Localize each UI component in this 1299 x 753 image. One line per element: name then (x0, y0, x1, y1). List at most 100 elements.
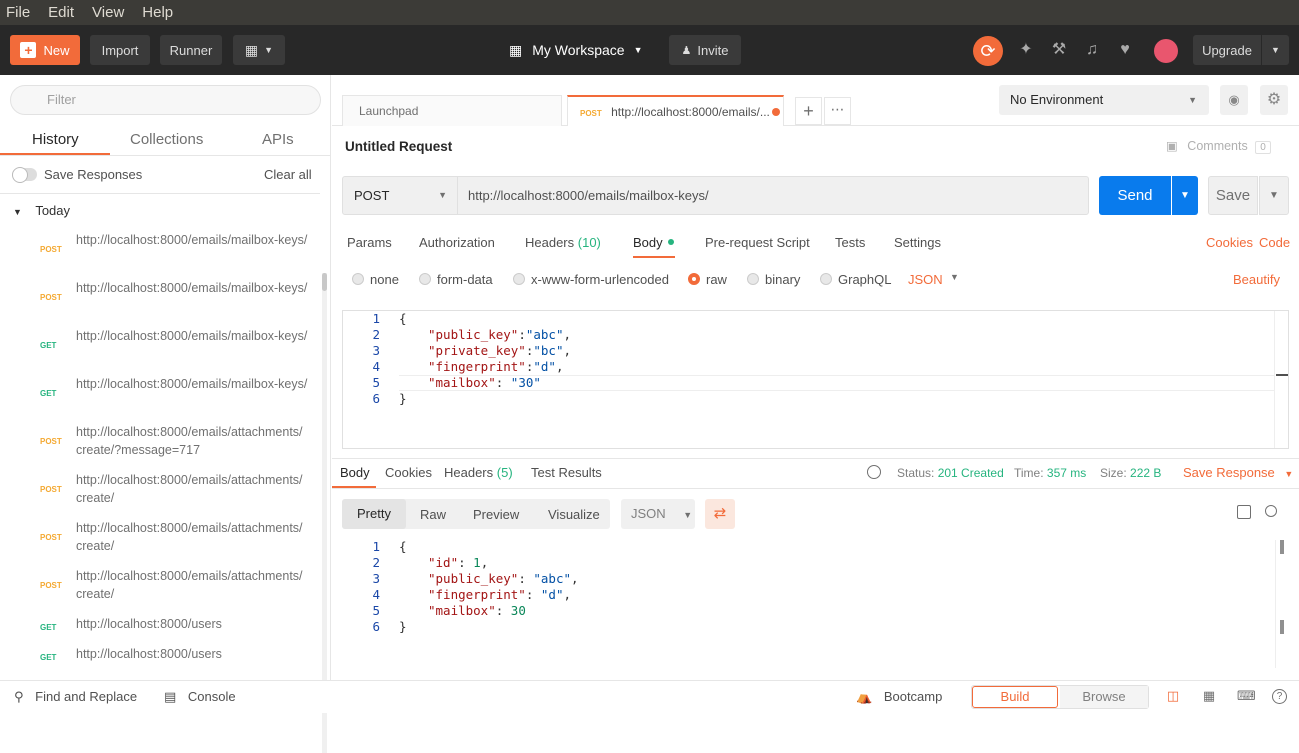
save-responses-toggle[interactable] (12, 167, 37, 183)
tab-params[interactable]: Params (347, 235, 392, 250)
tab-tests[interactable]: Tests (835, 235, 865, 250)
import-button[interactable]: Import (90, 35, 150, 65)
upgrade-menu-button[interactable]: ▼ (1262, 35, 1289, 65)
history-item-url: http://localhost:8000/users (76, 617, 222, 631)
tab-history[interactable]: History (32, 131, 79, 148)
beautify-button[interactable]: Beautify (1233, 272, 1280, 287)
view-preview[interactable]: Preview (473, 507, 519, 522)
radio-urlencoded[interactable] (513, 273, 525, 285)
history-item[interactable]: GET http://localhost:8000/emails/mailbox-… (0, 371, 320, 419)
tab-pre-request-script[interactable]: Pre-request Script (705, 235, 810, 250)
heart-icon[interactable]: ♥ (1115, 40, 1135, 60)
tab-authorization[interactable]: Authorization (419, 235, 495, 250)
satellite-icon[interactable]: ✦ (1016, 40, 1036, 60)
keyboard-icon[interactable]: ⌨ (1237, 689, 1256, 703)
bootcamp-button[interactable]: ⛺ Bootcamp (856, 689, 942, 705)
manage-environments-button[interactable]: ⚙ (1260, 85, 1288, 115)
filter-input[interactable]: Filter (10, 85, 321, 115)
environment-quick-look-button[interactable]: ◉ (1220, 85, 1248, 115)
new-tab-button[interactable]: + (795, 97, 822, 125)
history-item[interactable]: POST http://localhost:8000/emails/attachm… (0, 515, 320, 563)
two-pane-icon[interactable]: ◫ (1165, 689, 1181, 703)
tab-settings[interactable]: Settings (894, 235, 941, 250)
view-pretty[interactable]: Pretty (342, 499, 406, 529)
request-title[interactable]: Untitled Request (345, 139, 452, 154)
help-icon[interactable]: ? (1272, 689, 1287, 704)
globe-icon[interactable] (867, 465, 881, 479)
history-item[interactable]: POST http://localhost:8000/emails/mailbox… (0, 275, 320, 323)
history-item[interactable]: POST http://localhost:8000/emails/attachm… (0, 467, 320, 515)
environment-select[interactable]: No Environment ▼ (999, 85, 1209, 115)
view-raw[interactable]: Raw (420, 507, 446, 522)
save-options-button[interactable]: ▼ (1259, 176, 1289, 215)
response-format-select[interactable]: JSON ▼ (621, 499, 695, 529)
open-new-button[interactable]: ▦ ▼ (233, 35, 285, 65)
history-item[interactable]: GET http://localhost:8000/emails/mailbox-… (0, 323, 320, 371)
tab-body[interactable]: Body (633, 235, 674, 250)
response-tab-test-results[interactable]: Test Results (531, 465, 602, 480)
chevron-down-icon[interactable]: ▼ (950, 272, 959, 282)
menu-edit[interactable]: Edit (48, 4, 74, 21)
search-icon[interactable] (1265, 505, 1277, 517)
browse-mode-button[interactable]: Browse (1060, 686, 1148, 708)
avatar[interactable] (1154, 39, 1178, 63)
tab-collections[interactable]: Collections (130, 131, 203, 148)
menu-file[interactable]: File (6, 4, 30, 21)
radio-raw[interactable] (688, 273, 700, 285)
unsaved-dot-icon[interactable] (772, 108, 780, 116)
json-key: "public_key" (428, 571, 519, 586)
bell-icon[interactable]: ♫ (1082, 40, 1102, 60)
history-item[interactable]: POST http://localhost:8000/emails/attachm… (0, 563, 320, 611)
cookies-link[interactable]: Cookies (1206, 235, 1253, 250)
build-mode-button[interactable]: Build (972, 686, 1058, 708)
response-tab-headers[interactable]: Headers (5) (444, 465, 513, 480)
raw-format-select[interactable]: JSON (908, 272, 943, 287)
radio-binary[interactable] (747, 273, 759, 285)
workspace-switcher[interactable]: ▦ My Workspace ▼ (509, 35, 642, 65)
history-item[interactable]: GET http://localhost:8000/users (0, 641, 320, 671)
scrollbar-thumb[interactable] (322, 273, 327, 291)
wrap-lines-button[interactable]: ⇄ (705, 499, 735, 529)
history-item[interactable]: GET http://localhost:8000/users (0, 611, 320, 641)
url-input[interactable]: http://localhost:8000/emails/mailbox-key… (457, 176, 1089, 215)
view-visualize[interactable]: Visualize (548, 507, 600, 522)
clear-all-button[interactable]: Clear all (264, 167, 312, 182)
editor-scrollbar[interactable] (1274, 311, 1288, 448)
response-scrollbar[interactable] (1275, 540, 1287, 668)
radio-graphql[interactable] (820, 273, 832, 285)
radio-form-data[interactable] (419, 273, 431, 285)
line-number: 4 (372, 587, 380, 602)
tab-launchpad[interactable]: Launchpad (342, 95, 562, 126)
save-response-button[interactable]: Save Response ▼ (1183, 465, 1293, 480)
runner-button[interactable]: Runner (160, 35, 222, 65)
sync-icon[interactable]: ⟳ (973, 36, 1003, 66)
chevron-down-icon: ▼ (1180, 190, 1190, 201)
method-select[interactable]: POST ▼ (342, 176, 458, 215)
new-button[interactable]: + New (10, 35, 80, 65)
send-button[interactable]: Send (1099, 176, 1171, 215)
size-value: 222 B (1130, 466, 1162, 480)
invite-button[interactable]: ♟ Invite (669, 35, 741, 65)
console-button[interactable]: ▤ Console (164, 689, 236, 705)
find-replace-button[interactable]: ⚲ Find and Replace (14, 689, 137, 705)
tab-headers[interactable]: Headers (10) (525, 235, 601, 250)
send-options-button[interactable]: ▼ (1172, 176, 1198, 215)
wrench-icon[interactable]: ⚒ (1049, 40, 1069, 60)
comments-button[interactable]: ▣ Comments 0 (1166, 138, 1271, 154)
response-tab-body[interactable]: Body (340, 465, 370, 480)
menu-help[interactable]: Help (142, 4, 173, 21)
more-tabs-button[interactable]: ⋯ (824, 97, 851, 125)
history-item[interactable]: POST http://localhost:8000/emails/attachm… (0, 419, 320, 467)
response-tab-cookies[interactable]: Cookies (385, 465, 432, 480)
layout-icon[interactable]: ▦ (1201, 689, 1217, 703)
upgrade-button[interactable]: Upgrade (1193, 35, 1261, 65)
tab-apis[interactable]: APIs (262, 131, 294, 148)
radio-none[interactable] (352, 273, 364, 285)
code-link[interactable]: Code (1259, 235, 1290, 250)
history-item[interactable]: POST http://localhost:8000/emails/mailbox… (0, 227, 320, 275)
save-button[interactable]: Save (1208, 176, 1258, 215)
history-group-today[interactable]: ▼ Today (13, 203, 70, 218)
tab-request[interactable]: POST http://localhost:8000/emails/... (567, 95, 784, 126)
menu-view[interactable]: View (92, 4, 124, 21)
copy-icon[interactable] (1237, 505, 1251, 519)
